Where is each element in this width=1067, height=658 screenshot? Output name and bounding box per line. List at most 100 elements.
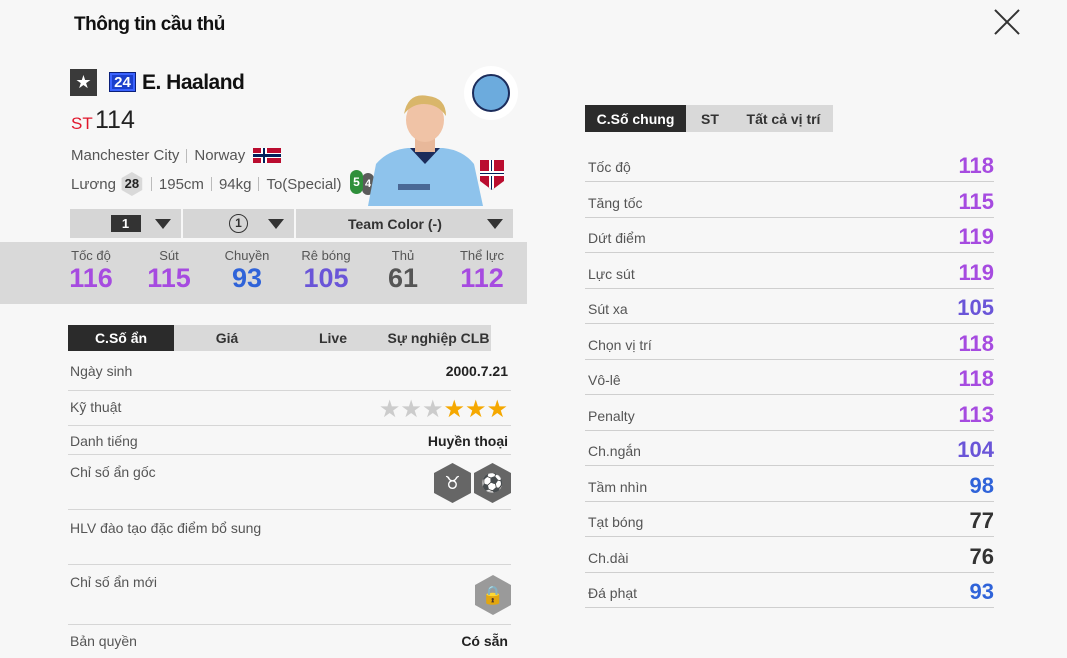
stat-value: 116 [69,263,113,293]
fame-value: Huyền thoại [427,433,508,449]
stat-value: 105 [303,263,349,293]
star-icon: ★ [464,396,487,423]
lock-icon[interactable]: 🔒 [475,575,511,615]
star-icon: ★ [400,396,422,423]
stat-value: 104 [957,437,994,462]
stat-tabs: C.Số chung ST Tất cả vị trí [585,105,833,132]
coach-label: HLV đào tạo đặc điểm bổ sung [70,520,262,536]
summary-stat: Thể lực 112 [442,248,522,293]
stat-row: Sút xa 105 [585,289,994,324]
star-icon: ★ [378,396,401,423]
club-nation-row: Manchester City Norway [71,147,282,164]
tab-st[interactable]: ST [686,105,734,132]
stat-label: Vô-lê [588,372,621,388]
stat-row: Tăng tốc 115 [585,183,994,218]
tab-hidden-stats[interactable]: C.Số ẩn [68,325,174,351]
norway-flag-icon [253,148,282,163]
star-icon: ★ [443,396,465,423]
stat-label: Dứt điểm [588,230,646,246]
orig-traits-row: Chỉ số ẩn gốc ♉ ⚽ [68,455,511,510]
orig-traits-label: Chỉ số ẩn gốc [70,464,156,480]
stat-value: 105 [957,295,994,320]
stat-label: Tầm nhìn [588,479,648,495]
birth-row: Ngày sinh 2000.7.21 [68,355,511,391]
summary-stat: Rê bóng 105 [286,248,366,293]
coach-row: HLV đào tạo đặc điểm bổ sung [68,510,511,565]
license-label: Bản quyền [70,633,137,649]
stat-value: 98 [969,473,994,498]
stat-label: Sút xa [588,301,628,317]
favorite-star-icon[interactable]: ★ [70,69,97,96]
player-info-row: Lương 28 195cm 94kg To(Special) [71,172,342,196]
stat-row: Tầm nhìn 98 [585,467,994,502]
birth-label: Ngày sinh [70,363,133,379]
stat-row: Tốc độ 118 [585,147,994,182]
license-value: Có sẵn [461,633,508,649]
new-traits-row: Chỉ số ẩn mới 🔒 [68,565,511,625]
page-title: Thông tin cầu thủ [74,14,225,35]
star-icon: ★ [486,396,508,423]
divider [258,177,260,191]
team-color-select[interactable]: Team Color (-) [296,209,513,238]
player-name: E. Haaland [142,71,245,94]
stat-value: 112 [460,263,504,293]
national-team-badge-icon [480,160,504,190]
club-name: Manchester City [71,147,180,164]
stat-value: 93 [969,579,994,604]
divider [150,177,152,191]
skill-label: Kỹ thuật [70,399,122,415]
tab-general-stats[interactable]: C.Số chung [585,105,686,132]
tab-price[interactable]: Giá [174,325,280,351]
stat-value: 118 [958,331,995,356]
skill-row: Kỹ thuật ★★★★★★ [68,391,511,426]
stat-value: 118 [958,153,995,178]
stat-value: 93 [231,263,263,293]
player-height: 195cm [158,175,204,193]
stat-label: Thủ [391,248,415,263]
season-badge: 24 [109,72,136,92]
summary-stat: Chuyền 93 [207,248,287,293]
stat-label: Tạt bóng [588,514,644,530]
stat-row: Penalty 113 [585,396,994,431]
stat-value: 115 [147,263,191,293]
player-position: ST [71,114,93,133]
summary-stat: Sút 115 [129,248,209,293]
stat-row: Ch.dài 76 [585,538,994,573]
player-ovr: 114 [95,106,135,134]
divider [186,148,188,163]
training-select[interactable]: 1 [183,209,294,238]
level-value: 1 [110,215,141,232]
level-select[interactable]: 1 [70,209,181,238]
player-info-page: Thông tin cầu thủ ★ 24 E. Haaland ST 114… [0,0,1067,658]
skill-stars: ★★★★★★ [379,395,508,424]
player-portrait [368,92,483,206]
fame-row: Danh tiếng Huyền thoại [68,426,511,455]
bull-trait-icon[interactable]: ♉ [434,463,471,503]
stat-row: Tạt bóng 77 [585,502,994,537]
stat-label: Tốc độ [71,248,111,263]
stat-value: 77 [969,508,994,533]
salary-label: Lương [71,175,116,193]
stat-row: Dứt điểm 119 [585,218,994,253]
close-icon[interactable] [993,8,1021,36]
hidden-info-tabs: C.Số ẩn Giá Live Sự nghiệp CLB [68,325,491,351]
club-logo-icon [464,66,518,120]
soccer-trait-icon[interactable]: ⚽ [474,463,511,503]
tab-live[interactable]: Live [280,325,386,351]
stat-row: Ch.ngắn 104 [585,431,994,466]
stat-label: Lực sút [588,266,635,282]
birth-value: 2000.7.21 [445,363,508,379]
stat-label: Ch.dài [588,550,629,566]
stat-row: Vô-lê 118 [585,360,994,395]
stat-label: Đá phạt [588,585,638,601]
stat-row: Lực sút 119 [585,254,994,289]
stat-label: Chọn vị trí [588,337,652,353]
tab-club-career[interactable]: Sự nghiệp CLB [386,325,491,351]
chevron-down-icon [487,219,503,229]
stat-value: 118 [958,366,995,391]
star-icon: ★ [421,396,444,423]
chevron-down-icon [155,219,171,229]
tab-all-positions[interactable]: Tất cả vị trí [734,105,833,132]
chevron-down-icon [268,219,284,229]
stat-label: Sút [159,248,179,263]
